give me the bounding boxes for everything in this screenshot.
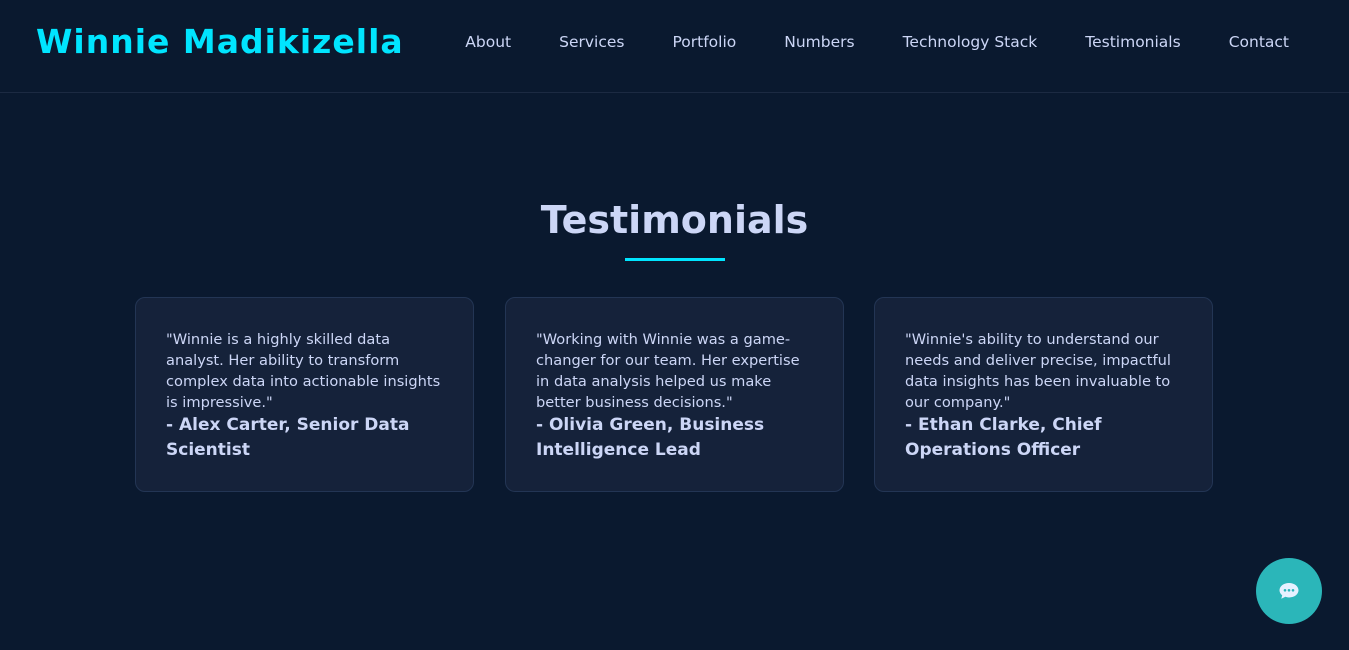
testimonial-quote: "Working with Winnie was a game-changer … (536, 331, 800, 411)
nav-item-technology-stack[interactable]: Technology Stack (903, 33, 1038, 51)
testimonial-author: - Alex Carter, Senior Data Scientist (166, 415, 410, 460)
testimonial-card-3: "Winnie's ability to understand our need… (874, 297, 1213, 492)
nav-item-testimonials[interactable]: Testimonials (1085, 33, 1180, 51)
main-nav: About Services Portfolio Numbers Technol… (417, 33, 1289, 51)
nav-item-numbers[interactable]: Numbers (784, 33, 854, 51)
nav-item-about[interactable]: About (465, 33, 511, 51)
nav-item-services[interactable]: Services (559, 33, 624, 51)
section-title: Testimonials (540, 198, 809, 242)
chat-button[interactable] (1256, 558, 1322, 624)
testimonial-quote: "Winnie's ability to understand our need… (905, 331, 1171, 411)
title-underline (625, 258, 725, 261)
testimonial-author: - Ethan Clarke, Chief Operations Officer (905, 415, 1102, 460)
site-logo[interactable]: Winnie Madikizella (36, 22, 404, 61)
nav-item-portfolio[interactable]: Portfolio (672, 33, 736, 51)
testimonial-author: - Olivia Green, Business Intelligence Le… (536, 415, 765, 460)
testimonial-card-2: "Working with Winnie was a game-changer … (505, 297, 844, 492)
testimonial-quote: "Winnie is a highly skilled data analyst… (166, 331, 441, 411)
nav-item-contact[interactable]: Contact (1229, 33, 1289, 51)
site-header: Winnie Madikizella About Services Portfo… (0, 0, 1349, 93)
testimonial-card-1: "Winnie is a highly skilled data analyst… (135, 297, 474, 492)
chat-bubble-icon (1278, 582, 1300, 600)
